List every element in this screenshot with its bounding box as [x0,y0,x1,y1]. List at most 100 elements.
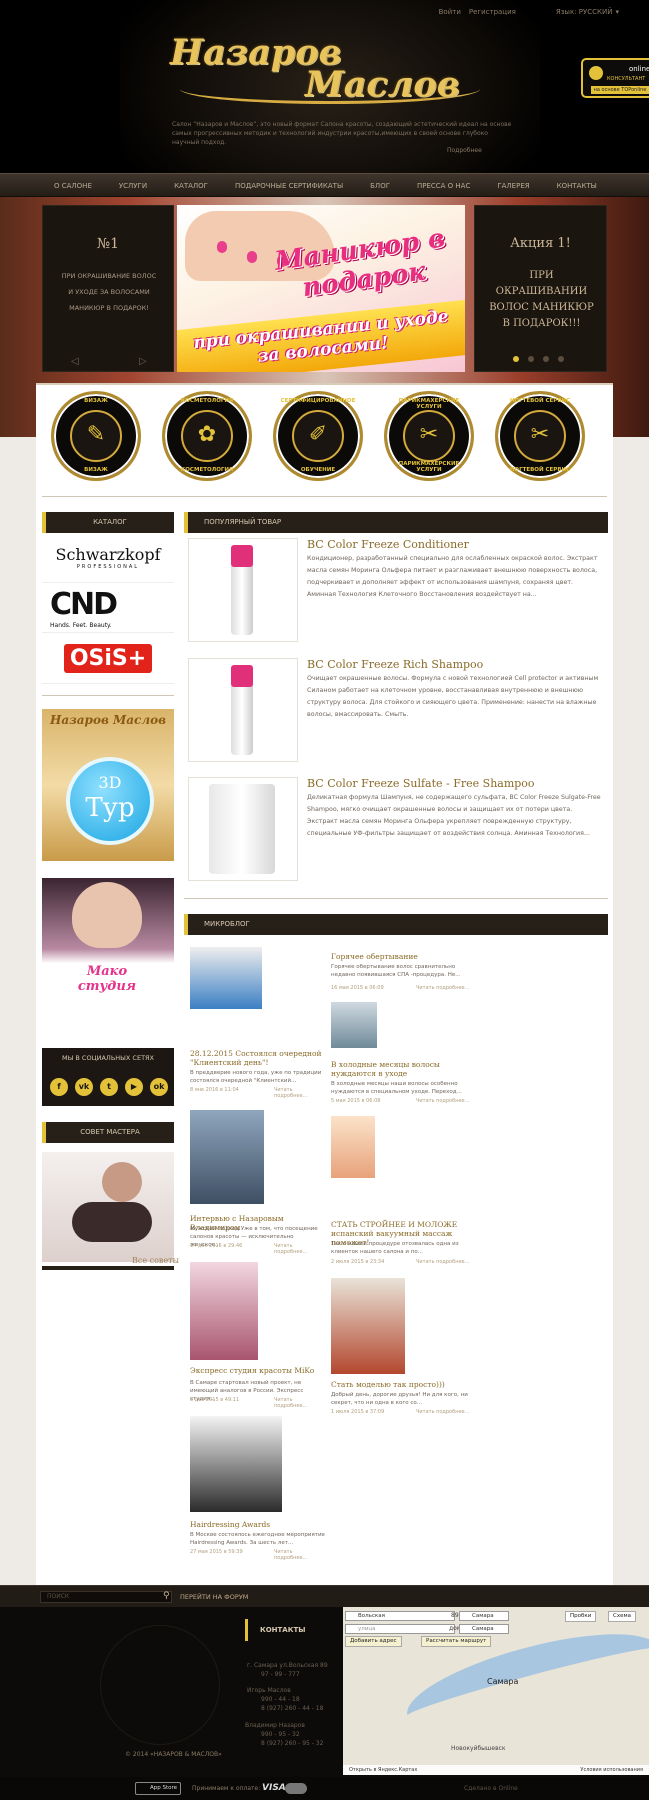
nav-item-about[interactable]: О САЛОНЕ [54,182,92,190]
map-terms-link[interactable]: Условия использования [580,1765,643,1775]
open-yandex-maps-link[interactable]: Открыть в Яндекс.Картах [349,1767,417,1773]
slider-next-arrow[interactable]: ▷ [139,356,147,367]
post-title[interactable]: Стать моделью так просто))) [331,1380,471,1389]
traffic-button[interactable]: Пробки [565,1611,597,1622]
microblog-heading: МИКРОБЛОГ [184,914,608,935]
service-makeup[interactable]: ВИЗАЖ ✎ ВИЗАЖ [51,391,141,481]
brand-schwarzkopf[interactable]: Schwarzkopf PROFESSIONAL [42,535,174,583]
post-title[interactable]: Hairdressing Awards [190,1520,325,1529]
route-to-field[interactable]: улица [345,1624,455,1634]
nav-item-contacts[interactable]: КОНТАКТЫ [557,182,597,190]
login-link[interactable]: Войти [439,8,461,16]
master-tip-image[interactable] [42,1152,174,1262]
read-more-link[interactable]: Читать подробнее... [416,985,469,991]
bottle-image [209,784,275,874]
blog-post[interactable]: Стать моделью так просто))) Добрый день,… [331,1278,471,1418]
mako-banner[interactable]: Мако студия [42,878,174,1020]
language-select[interactable]: Язык: РУССКИЙ ▾ [556,8,619,16]
nav-item-certificates[interactable]: ПОДАРОЧНЫЕ СЕРТИФИКАТЫ [235,182,343,190]
blog-post[interactable]: Hairdressing Awards В Москве состоялось … [190,1416,325,1561]
read-more-link[interactable]: Читать подробнее... [274,1549,325,1561]
add-address-button[interactable]: Добавить адрес [345,1636,402,1647]
facebook-icon[interactable]: f [50,1078,68,1096]
twitter-icon[interactable]: t [100,1078,118,1096]
read-more-link[interactable]: Читать подробнее... [416,1409,469,1415]
register-link[interactable]: Регистрация [469,8,516,16]
slider-dot[interactable] [543,356,549,362]
read-more-link[interactable]: Читать подробнее... [274,1397,325,1409]
product-name[interactable]: BC Color Freeze Sulfate - Free Shampoo [307,777,535,790]
scissors-icon: ✂ [419,422,439,447]
product-name[interactable]: BC Color Freeze Rich Shampoo [307,658,483,671]
service-label: КОСМЕТОЛОГИЯ [180,398,234,404]
service-training[interactable]: СЕРТИФИЦИРОВАННОЕ ✐ ОБУЧЕНИЕ [273,391,363,481]
main-nav: О САЛОНЕ УСЛУГИ КАТАЛОГ ПОДАРОЧНЫЕ СЕРТИ… [0,173,649,197]
all-tips-link[interactable]: Все советы [132,1256,179,1265]
brand-osis[interactable]: OSiS+ [42,636,174,684]
product-card[interactable]: BC Color Freeze Conditioner Кондиционер,… [188,538,603,644]
calculate-route-button[interactable]: Рассчитать маршрут [421,1636,492,1647]
blog-post[interactable]: СТАТЬ СТРОЙНЕЕ И МОЛОЖЕ испанский вакуум… [331,1116,471,1266]
service-nails[interactable]: НОГТЕВОЙ СЕРВИС ✂ НОГТЕВОЙ СЕРВИС [495,391,585,481]
read-more-link[interactable]: Читать подробнее... [274,1243,325,1255]
service-hairdressing[interactable]: ПАРИКМАХЕРСКИЕ УСЛУГИ ✂ ПАРИКМАХЕРСКИЕ У… [384,391,474,481]
slider-dot[interactable] [513,356,519,362]
brand-name: Schwarzkopf [55,545,161,564]
read-more-link[interactable]: Читать подробнее... [416,1098,469,1104]
post-image [331,1278,405,1374]
blog-post[interactable]: 28.12.2015 Состоялся очередной "Клиентск… [190,947,325,1099]
brand-cnd[interactable]: CND Hands. Feet. Beauty. [42,585,174,633]
product-card[interactable]: BC Color Freeze Sulfate - Free Shampoo Д… [188,777,603,883]
services-strip: ВИЗАЖ ✎ ВИЗАЖ КОСМЕТОЛОГИЯ ✿ КОСМЕТОЛОГИ… [36,383,613,485]
promo-line: ПРИ ОКРАШИВАНИЕ ВОЛОС [61,272,157,280]
read-more-link[interactable]: Читать подробнее... [416,1259,469,1265]
intro-more-link[interactable]: Подробнее [447,147,482,154]
slider-dot[interactable] [528,356,534,362]
read-more-link[interactable]: Читать подробнее... [274,1087,325,1099]
nav-item-blog[interactable]: БЛОГ [370,182,390,190]
product-name[interactable]: BC Color Freeze Conditioner [307,538,469,551]
post-title[interactable]: 28.12.2015 Состоялся очередной "Клиентск… [190,1049,325,1067]
slider-banner[interactable]: Маникюр в подарок при окрашивании и уход… [177,205,465,372]
blog-post[interactable]: Экспресс студия красоты MiKo В Самаре ст… [190,1262,325,1409]
youtube-icon[interactable]: ▶ [125,1078,143,1096]
nav-item-catalog[interactable]: КАТАЛОГ [174,182,208,190]
virtual-tour-banner[interactable]: Назаров Маслов 3D Тур [42,709,174,861]
slider-prev-arrow[interactable]: ◁ [71,356,79,367]
yandex-map[interactable]: Вольская 89 Самара улица дом Самара Доба… [343,1607,649,1775]
route-from-field[interactable]: Вольская [345,1611,455,1621]
blog-post[interactable]: В холодные месяцы волосы нуждаются в ухо… [331,1002,471,1107]
service-cosmetology[interactable]: КОСМЕТОЛОГИЯ ✿ КОСМЕТОЛОГИЯ [162,391,252,481]
odnoklassniki-icon[interactable]: ok [150,1078,168,1096]
site-logo[interactable]: Назаров Маслов [170,30,485,108]
promo-text: ПРИ ОКРАШИВАНИЕ ВОЛОС И УХОДЕ ЗА ВОЛОСАМ… [53,268,165,316]
forum-link[interactable]: ПЕРЕЙТИ НА ФОРУМ [180,1593,248,1601]
product-image [188,777,298,881]
post-title[interactable]: Горячее обертывание [331,952,471,961]
blog-post[interactable]: Интервью с Назаровым Владимиром Мужской … [190,1110,325,1255]
search-input[interactable]: ПОИСК [40,1591,172,1603]
visa-logo: VISA [262,1783,286,1793]
route-from-city[interactable]: Самара [459,1611,509,1621]
slider-dot[interactable] [558,356,564,362]
intro-text: Салон “Назаров и Маслов”, это новый форм… [172,121,512,146]
post-title[interactable]: Экспресс студия красоты MiKo [190,1366,325,1375]
divider [42,1266,174,1270]
route-to-city[interactable]: Самара [459,1624,509,1634]
consultant-icon [589,66,603,80]
made-by-link[interactable]: Сделано в Online [464,1785,518,1792]
app-store-badge[interactable]: App Store [135,1782,181,1795]
tour-badge: 3D Тур [66,757,154,845]
online-consultant-widget[interactable]: online КОНСУЛЬТАНТ на основе TOPonline [581,58,649,98]
map-type-button[interactable]: Схема [608,1611,636,1622]
page: Войти Регистрация Язык: РУССКИЙ ▾ Назаро… [0,0,649,1800]
route-from-house: 89 [451,1612,459,1619]
nav-item-gallery[interactable]: ГАЛЕРЕЯ [497,182,529,190]
search-icon[interactable]: ⚲ [163,1591,170,1601]
nav-item-press[interactable]: ПРЕССА О НАС [417,182,470,190]
nav-item-services[interactable]: УСЛУГИ [119,182,147,190]
product-description: Очищает окрашенные волосы. Формула с нов… [307,675,599,718]
post-title[interactable]: В холодные месяцы волосы нуждаются в ухо… [331,1060,471,1078]
vk-icon[interactable]: vk [75,1078,93,1096]
product-card[interactable]: BC Color Freeze Rich Shampoo Очищает окр… [188,658,603,764]
